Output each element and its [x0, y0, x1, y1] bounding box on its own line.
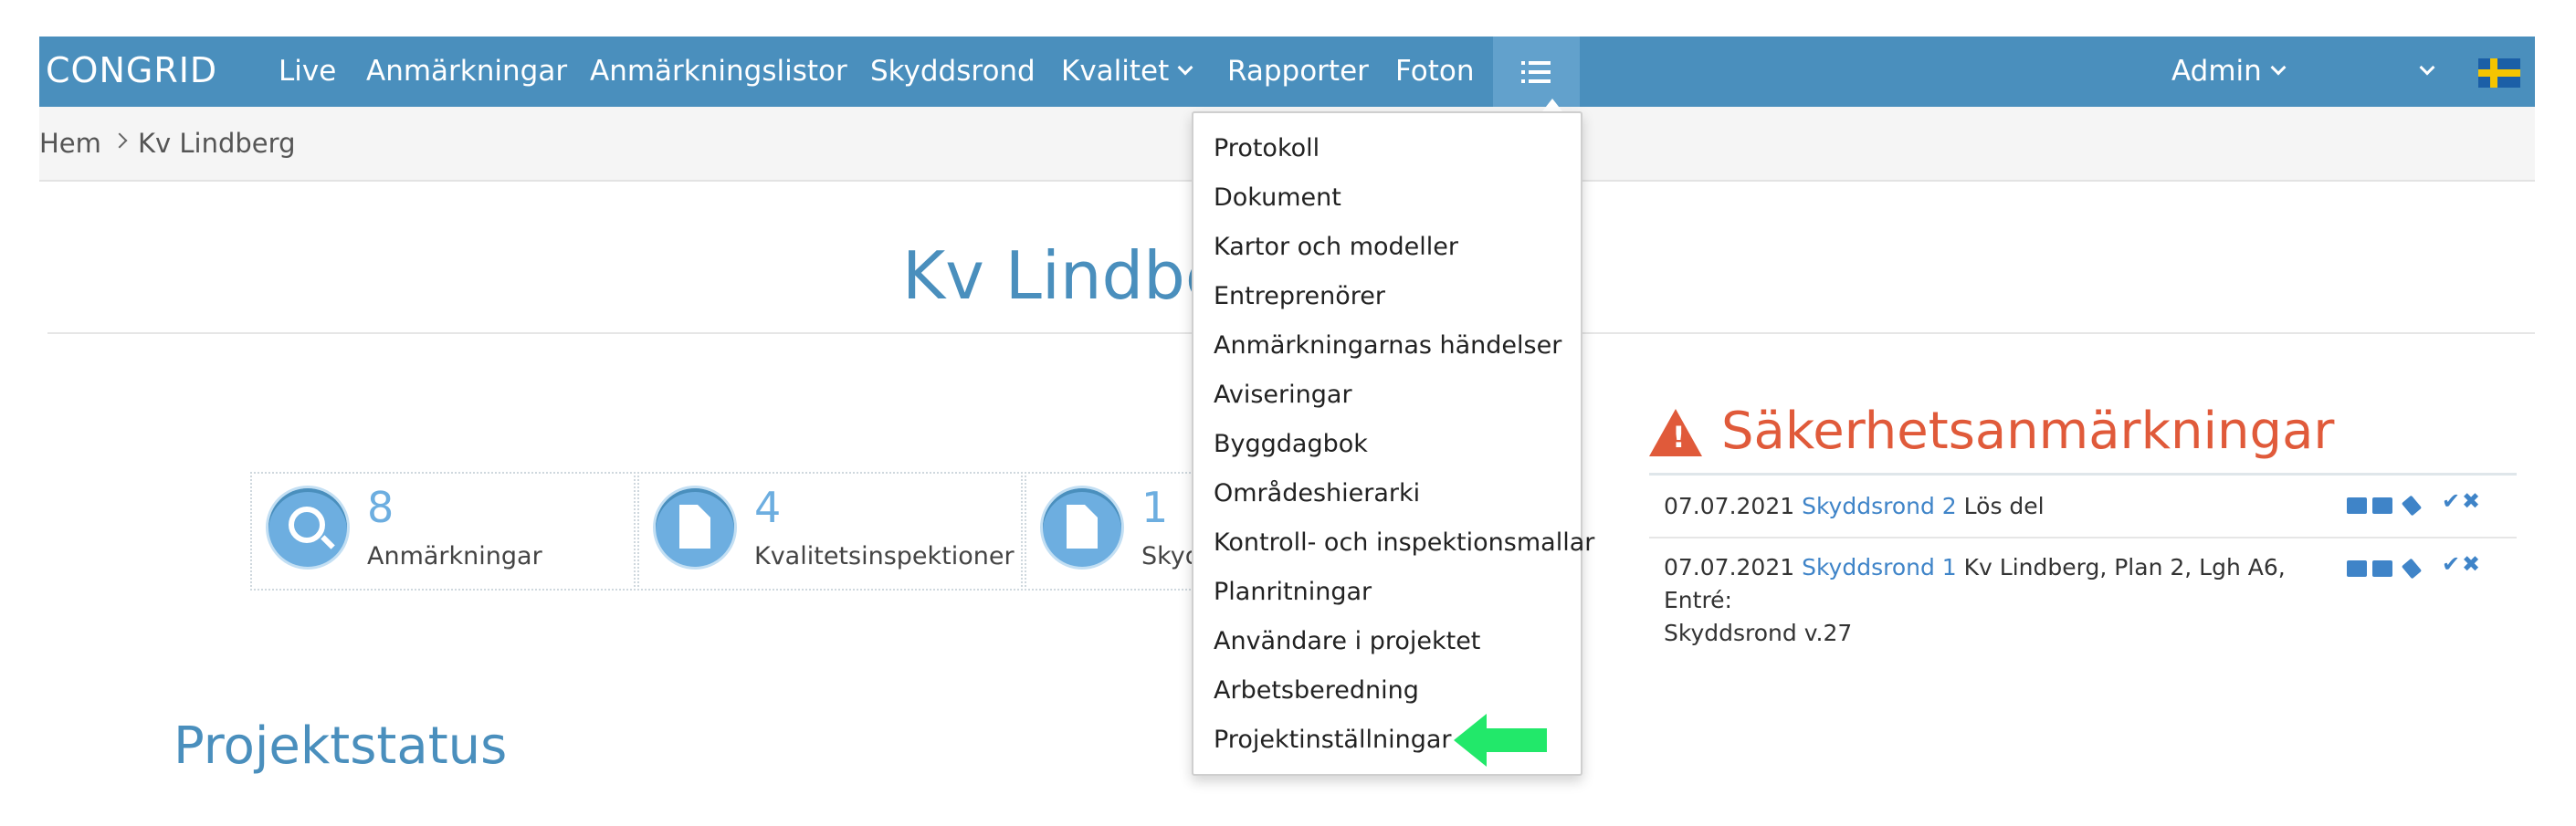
menu-item-planritningar[interactable]: Planritningar [1214, 568, 1372, 617]
safety-row: 07.07.2021 Skyddsrond 2 Lös del [1664, 490, 2045, 523]
project-selector[interactable] [2411, 37, 2435, 107]
pencil-icon[interactable] [2401, 495, 2423, 517]
row-actions: ✔ ✖ [2347, 488, 2493, 521]
menu-item-entreprenorer[interactable]: Entreprenörer [1214, 272, 1385, 321]
more-menu-button[interactable] [1493, 37, 1580, 107]
stat-value: 1 [1141, 483, 1169, 532]
safety-title: Säkerhetsanmärkningar [1721, 402, 2335, 461]
safety-row: 07.07.2021 Skyddsrond 1 Kv Lindberg, Pla… [1664, 551, 2303, 650]
nav-skyddsrond[interactable]: Skyddsrond [870, 37, 1036, 107]
chevron-down-icon [2270, 59, 2287, 76]
close-icon[interactable]: ✖ [2462, 488, 2480, 514]
dropdown-caret [1542, 99, 1562, 111]
check-icon[interactable]: ✔ [2442, 551, 2460, 577]
congrid-logo[interactable]: CONGRID [46, 47, 217, 93]
annotation-arrow-icon [1454, 714, 1547, 767]
stat-label: Anmärkningar [367, 542, 542, 570]
row-date: 07.07.2021 [1664, 493, 1795, 519]
nav-live[interactable]: Live [279, 37, 336, 107]
menu-item-byggdagbok[interactable]: Byggdagbok [1214, 420, 1368, 469]
menu-item-arbetsberedning[interactable]: Arbetsberedning [1214, 666, 1419, 716]
user-name: Admin [2171, 55, 2262, 88]
menu-item-aviseringar[interactable]: Aviseringar [1214, 371, 1352, 420]
menu-item-mallar[interactable]: Kontroll- och inspektionsmallar [1214, 518, 1594, 568]
chevron-down-icon [2419, 59, 2435, 76]
print-icon[interactable] [2372, 560, 2392, 577]
nav-anmarkningar[interactable]: Anmärkningar [366, 37, 567, 107]
menu-item-handelser[interactable]: Anmärkningarnas händelser [1214, 321, 1561, 371]
envelope-icon[interactable] [2347, 560, 2367, 577]
nav-foton[interactable]: Foton [1395, 37, 1474, 107]
search-icon [268, 488, 347, 567]
document-icon [1043, 488, 1121, 567]
check-icon[interactable]: ✔ [2442, 488, 2460, 514]
breadcrumb-home[interactable]: Hem [39, 107, 101, 180]
more-menu-dropdown: Protokoll Dokument Kartor och modeller E… [1192, 111, 1594, 776]
divider [1649, 473, 2517, 476]
chevron-down-icon [1177, 59, 1193, 76]
nav-kvalitet[interactable]: Kvalitet [1061, 37, 1193, 107]
envelope-icon[interactable] [2347, 497, 2367, 514]
document-icon [656, 488, 734, 567]
row-date: 07.07.2021 [1664, 554, 1795, 580]
swedish-flag-icon[interactable] [2478, 58, 2520, 88]
list-icon [1521, 61, 1551, 83]
divider [1649, 537, 2517, 538]
menu-item-omradeshierarki[interactable]: Områdeshierarki [1214, 469, 1420, 518]
user-menu[interactable]: Admin [2171, 37, 2287, 107]
menu-item-dokument[interactable]: Dokument [1214, 173, 1341, 223]
row-actions: ✔ ✖ [2347, 551, 2493, 584]
breadcrumb-current: Kv Lindberg [138, 128, 296, 159]
stat-value: 4 [754, 483, 782, 532]
warning-icon: ! [1649, 409, 1702, 456]
nav-kvalitet-label: Kvalitet [1061, 55, 1170, 88]
nav-anmarkningslistor[interactable]: Anmärkningslistor [590, 37, 847, 107]
menu-item-anvandare[interactable]: Användare i projektet [1214, 617, 1480, 666]
menu-item-kartor[interactable]: Kartor och modeller [1214, 223, 1458, 272]
nav-rapporter[interactable]: Rapporter [1227, 37, 1369, 107]
menu-item-protokoll[interactable]: Protokoll [1214, 124, 1320, 173]
row-text-2: Skyddsrond v.27 [1664, 620, 1853, 646]
stat-value: 8 [367, 483, 394, 532]
stat-anmarkningar[interactable]: 8 Anmärkningar [250, 472, 636, 591]
menu-item-projektinstallningar[interactable]: Projektinställningar [1214, 716, 1452, 765]
projektstatus-title: Projektstatus [173, 716, 508, 776]
row-link[interactable]: Skyddsrond 2 [1802, 493, 1957, 519]
row-text: Lös del [1963, 493, 2045, 519]
stat-label: Kvalitetsinspektioner [754, 542, 1015, 570]
print-icon[interactable] [2372, 497, 2392, 514]
stat-kvalitetsinspektioner[interactable]: 4 Kvalitetsinspektioner [637, 472, 1023, 591]
close-icon[interactable]: ✖ [2462, 551, 2480, 577]
pencil-icon[interactable] [2401, 558, 2423, 580]
row-link[interactable]: Skyddsrond 1 [1802, 554, 1957, 580]
